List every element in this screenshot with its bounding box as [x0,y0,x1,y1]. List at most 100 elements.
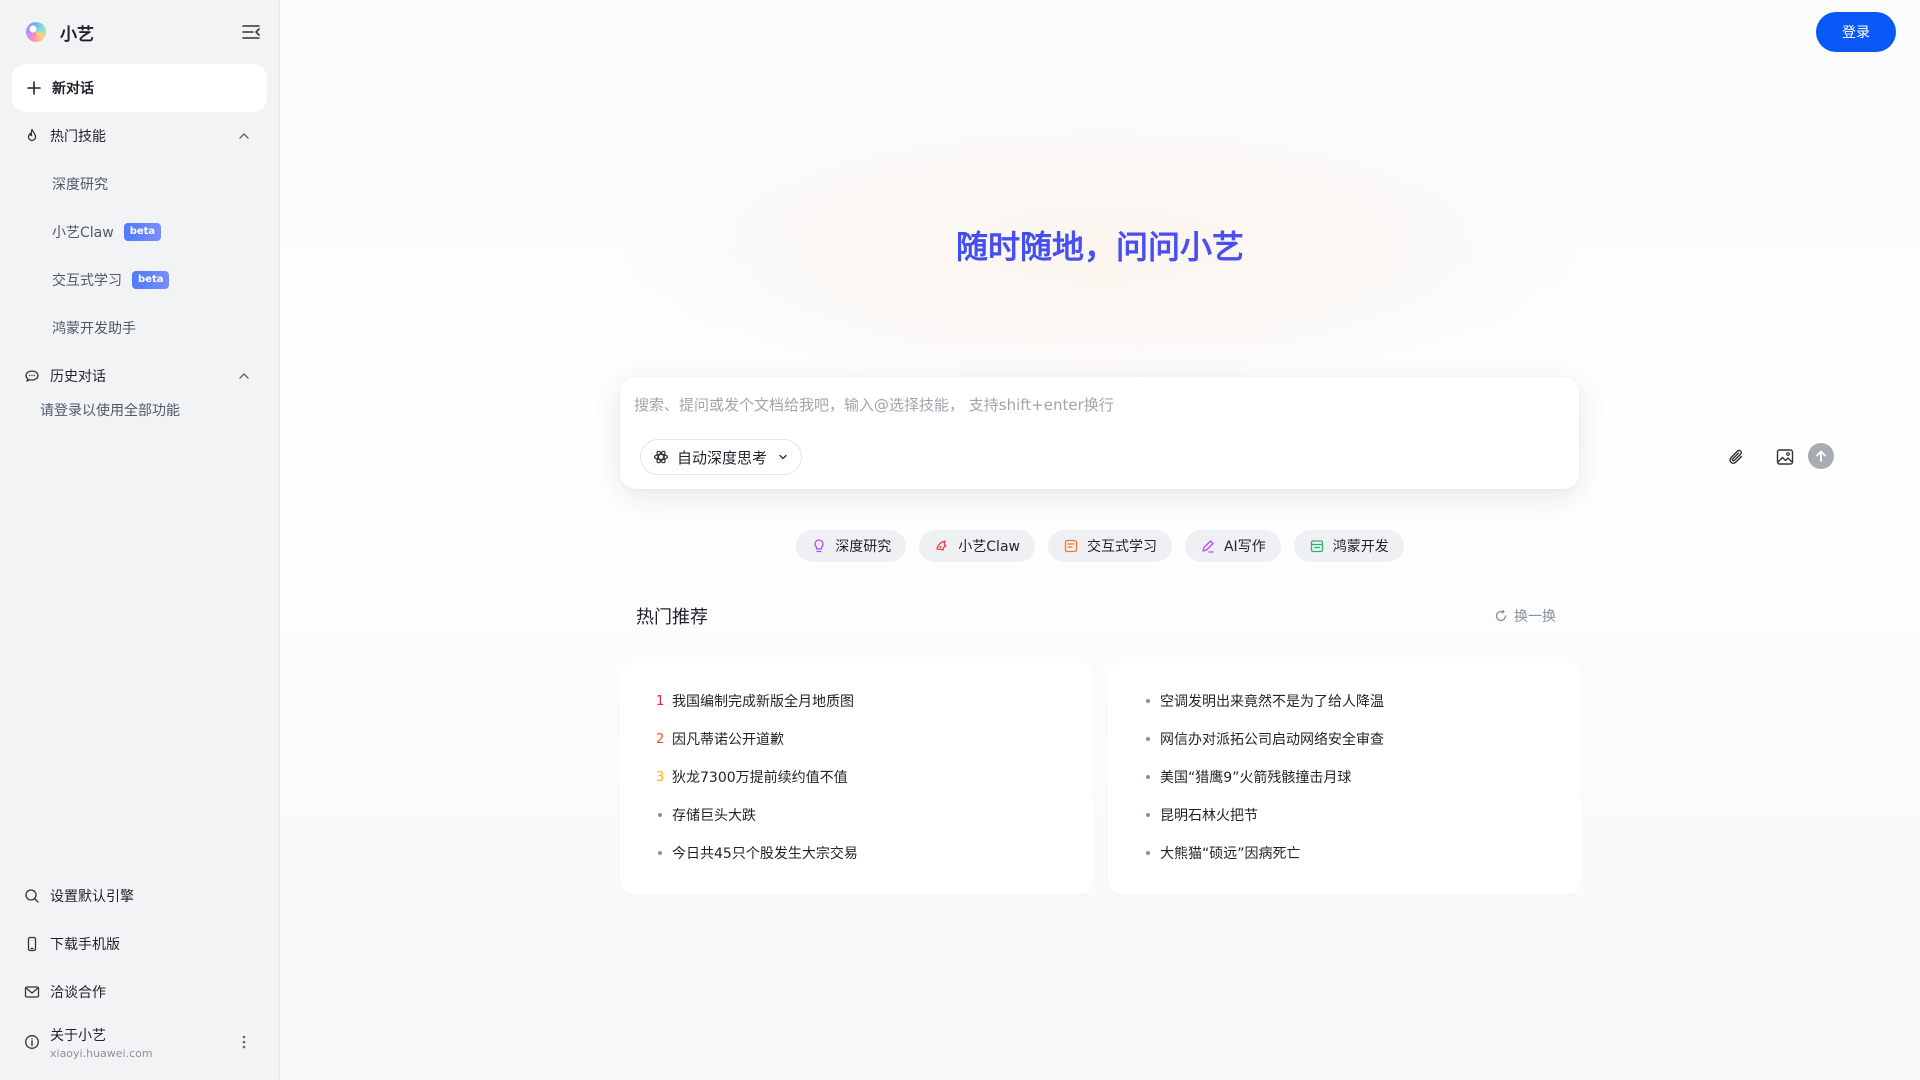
send-button[interactable] [1808,443,1834,469]
chat-input[interactable] [634,391,1534,419]
sidebar-item-xiaoyi-claw[interactable]: 小艺Claw beta [12,214,267,250]
news-title: 美国“猎鹰9”火箭残骸撞击月球 [1160,770,1352,786]
news-rank: 2 [656,731,665,747]
news-title: 大熊猫“硕远”因病死亡 [1160,846,1301,862]
chat-bubble-icon [25,370,39,382]
chevron-down-icon [779,454,787,460]
default-engine-button[interactable]: 设置默认引擎 [12,876,267,916]
brand[interactable]: 小艺 [26,20,94,45]
bullet-icon [656,813,672,817]
sidebar-item-deep-research[interactable]: 深度研究 [12,166,267,202]
hot-skills-label: 热门技能 [50,129,106,145]
refresh-button[interactable]: 换一换 [1494,604,1556,628]
history-label: 历史对话 [50,369,106,385]
news-title: 空调发明出来竟然不是为了给人降温 [1160,694,1384,710]
bullet-icon [1144,737,1160,741]
about-url: xiaoyi.huawei.com [50,1046,153,1060]
chip-label: 深度研究 [835,539,892,555]
image-icon [1776,449,1794,465]
new-chat-button[interactable]: 新对话 [12,64,267,112]
news-card-left: 1 我国编制完成新版全月地质图 2 因凡蒂诺公开道歉 3 狄龙7300万提前续约值不值 存储… [620,663,1093,894]
chevron-up-icon [239,373,249,379]
news-item[interactable]: 大熊猫“硕远”因病死亡 [1108,834,1581,872]
claw-icon [936,540,947,551]
phone-icon [27,936,37,952]
refresh-label: 换一换 [1514,609,1556,625]
news-title: 昆明石林火把节 [1160,808,1258,824]
info-icon [25,1035,39,1049]
news-title: 我国编制完成新版全月地质图 [672,694,854,710]
news-item[interactable]: 1 我国编制完成新版全月地质图 [620,682,1093,720]
beta-badge: beta [123,223,162,241]
bullet-icon [1144,851,1160,855]
sidebar-item-label: 深度研究 [52,177,108,193]
atom-icon [653,450,669,464]
news-rank: 3 [656,769,665,785]
bullet-icon [656,851,672,855]
main-area: 登录 随时随地，问问小艺 自动深度思考 [280,0,1920,1080]
arrow-up-icon [1816,450,1826,462]
sidebar-item-harmony-dev[interactable]: 鸿蒙开发助手 [12,310,267,346]
more-options-button[interactable] [236,1028,252,1056]
chip-ai-writing[interactable]: AI写作 [1184,530,1281,562]
chevron-up-icon [239,133,249,139]
news-item[interactable]: 网信办对派拓公司启动网络安全审查 [1108,720,1581,758]
search-engine-icon [25,889,39,903]
calendar-code-icon [1310,540,1323,553]
about-text: 关于小艺 xiaoyi.huawei.com [50,1025,153,1060]
thinking-mode-select[interactable]: 自动深度思考 [640,439,803,475]
cooperation-button[interactable]: 洽谈合作 [12,972,267,1012]
chip-xiaoyi-claw[interactable]: 小艺Claw [919,530,1035,562]
learning-icon [1064,539,1078,553]
bullet-icon [1144,775,1160,779]
sidebar-item-label: 鸿蒙开发助手 [52,321,136,337]
news-item[interactable]: 今日共45只个股发生大宗交易 [620,834,1093,872]
news-card-right: 空调发明出来竟然不是为了给人降温 网信办对派拓公司启动网络安全审查 美国“猎鹰9”火… [1108,663,1581,894]
news-title: 今日共45只个股发生大宗交易 [672,846,858,862]
paperclip-icon [1729,449,1743,464]
bullet-icon [1144,699,1160,703]
news-rank: 1 [656,693,665,709]
login-button[interactable]: 登录 [1816,12,1896,52]
mail-icon [24,986,40,998]
news-title: 存储巨头大跌 [672,808,756,824]
fire-icon [27,128,37,142]
history-section[interactable]: 历史对话 [12,358,267,394]
news-item[interactable]: 存储巨头大跌 [620,796,1093,834]
chat-input-card: 自动深度思考 [620,377,1834,489]
news-item[interactable]: 2 因凡蒂诺公开道歉 [620,720,1093,758]
bullet-icon [1144,813,1160,817]
upload-image-button[interactable] [1772,444,1798,470]
news-title: 网信办对派拓公司启动网络安全审查 [1160,732,1384,748]
pen-icon [1202,540,1214,553]
bulb-icon [814,539,824,553]
more-vertical-icon [242,1035,246,1049]
chip-deep-research[interactable]: 深度研究 [796,530,907,562]
about-button[interactable]: 关于小艺 xiaoyi.huawei.com [12,1020,267,1064]
sidebar-item-label: 小艺Claw [52,225,114,241]
sidebar-item-interactive-learning[interactable]: 交互式学习 beta [12,262,267,298]
brand-title: 小艺 [60,24,94,45]
download-mobile-button[interactable]: 下载手机版 [12,924,267,964]
news-item[interactable]: 3 狄龙7300万提前续约值不值 [620,758,1093,796]
xiaoyi-logo-icon [26,22,46,42]
news-item[interactable]: 美国“猎鹰9”火箭残骸撞击月球 [1108,758,1581,796]
sidebar: 小艺 新对话 热门技能 深度研究 小艺Claw beta 交互式学习 beta … [0,0,280,1080]
news-item[interactable]: 空调发明出来竟然不是为了给人降温 [1108,682,1581,720]
chip-label: AI写作 [1223,539,1266,555]
collapse-sidebar-button[interactable] [240,21,262,43]
attach-file-button[interactable] [1724,444,1750,470]
chip-harmony-dev[interactable]: 鸿蒙开发 [1293,530,1404,562]
chip-label: 鸿蒙开发 [1332,539,1389,555]
refresh-icon [1495,609,1507,622]
chip-interactive-learning[interactable]: 交互式学习 [1047,530,1172,562]
menu-collapse-icon [242,25,260,39]
cooperation-label: 洽谈合作 [50,985,106,1001]
hero-title: 随时随地，问问小艺 [280,222,1920,268]
news-title: 狄龙7300万提前续约值不值 [672,770,848,786]
news-item[interactable]: 昆明石林火把节 [1108,796,1581,834]
thinking-mode-label: 自动深度思考 [677,448,768,467]
hot-skills-section[interactable]: 热门技能 [12,118,267,154]
new-chat-label: 新对话 [52,81,94,97]
download-mobile-label: 下载手机版 [50,937,120,953]
